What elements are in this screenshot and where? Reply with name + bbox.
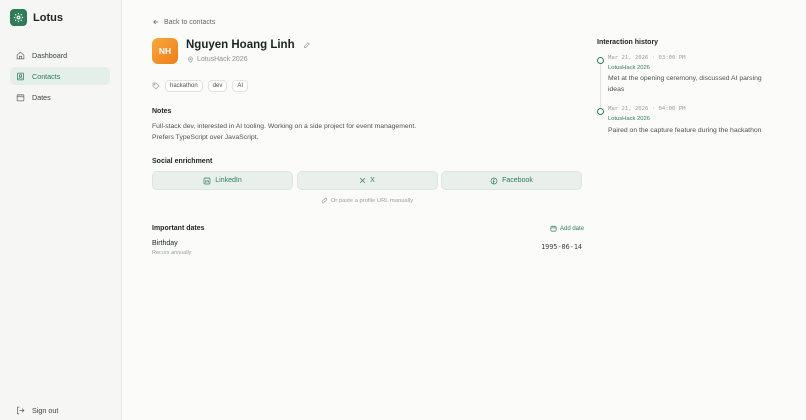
home-icon [16,51,25,59]
facebook-button[interactable]: Facebook [441,171,582,190]
x-logo-icon [360,177,366,184]
tag-list: hackathon dev AI [152,80,253,92]
back-to-contacts-link[interactable]: Back to contacts [152,18,215,26]
tag-chip[interactable]: AI [232,80,249,92]
timeline-dot [597,108,604,115]
brand[interactable]: Lotus [10,9,63,26]
sidebar-item-dates[interactable]: Dates [10,88,110,106]
gear-icon [10,9,27,26]
app-name: Lotus [33,11,63,24]
x-button[interactable]: X [296,171,438,190]
tag-icon [152,82,160,90]
notes-heading: Notes [152,108,172,115]
sign-out-label: Sign out [32,406,59,415]
edit-pencil-icon[interactable] [303,41,311,49]
paste-label: Or paste a profile URL manually [330,197,414,204]
paste-profile-url-link[interactable]: Or paste a profile URL manually [152,197,582,204]
notes-line: Prefers TypeScript over JavaScript. [152,133,259,141]
sign-out-button[interactable]: Sign out [16,406,58,415]
date-recurrence: Recurs annually [152,250,192,256]
sidebar-item-contacts[interactable]: Contacts [10,67,110,85]
sidebar-item-label: Contacts [32,71,61,81]
contact-name: Nguyen Hoang Linh [186,39,295,51]
calendar-plus-icon [550,225,557,232]
timeline-event-link[interactable]: LotusHack 2026 [608,116,650,122]
timeline-entry-text: Paired on the capture feature during the… [608,127,762,134]
arrow-left-icon [153,19,159,25]
timeline-line [600,60,601,114]
timeline-event-link[interactable]: LotusHack 2026 [608,65,650,71]
important-dates-heading: Important dates [152,225,205,232]
sign-out-icon [17,406,25,415]
map-pin-icon [188,56,193,63]
facebook-label: Facebook [502,177,533,184]
social-heading: Social enrichment [152,158,213,165]
contact-book-icon [17,72,24,80]
sidebar-item-dashboard[interactable]: Dashboard [10,46,110,64]
avatar: NH [152,38,178,64]
sidebar-item-label: Dates [32,92,51,102]
sidebar-nav: Dashboard Contacts Dates [10,46,110,109]
linkedin-button[interactable]: LinkedIn [152,171,293,190]
linkedin-icon [203,177,211,184]
back-label: Back to contacts [164,18,216,26]
notes-line: Full-stack dev, interested in AI tooling… [152,123,417,130]
timeline-entry-text: Met at the opening ceremony, discussed A… [608,75,762,93]
notes-body: Full-stack dev, interested in AI tooling… [152,122,452,143]
social-buttons: LinkedIn X Facebook [152,171,582,190]
x-label: X [370,177,375,184]
date-value: 1995-06-14 [541,243,582,251]
linkedin-label: LinkedIn [215,177,242,184]
sidebar: Lotus Dashboard Contacts Dates Sign out [0,0,122,420]
add-date-label: Add date [560,225,585,232]
timeline-dot [597,57,604,64]
calendar-icon [16,93,25,101]
date-label: Birthday [152,240,178,247]
tag-chip[interactable]: hackathon [165,80,203,92]
timeline-time: Mar 21, 2026 · 03:00 PM [608,55,686,61]
event-name: LotusHack 2026 [197,56,248,63]
tag-chip[interactable]: dev [207,80,228,92]
facebook-icon [490,177,498,184]
contact-name-row: Nguyen Hoang Linh [186,39,311,51]
sidebar-item-label: Dashboard [32,50,68,60]
add-date-button[interactable]: Add date [550,225,584,232]
link-icon [321,197,327,204]
interaction-history-heading: Interaction history [597,39,659,46]
contact-event: LotusHack 2026 [187,56,248,63]
timeline-time: Mar 21, 2026 · 04:00 PM [608,106,686,112]
